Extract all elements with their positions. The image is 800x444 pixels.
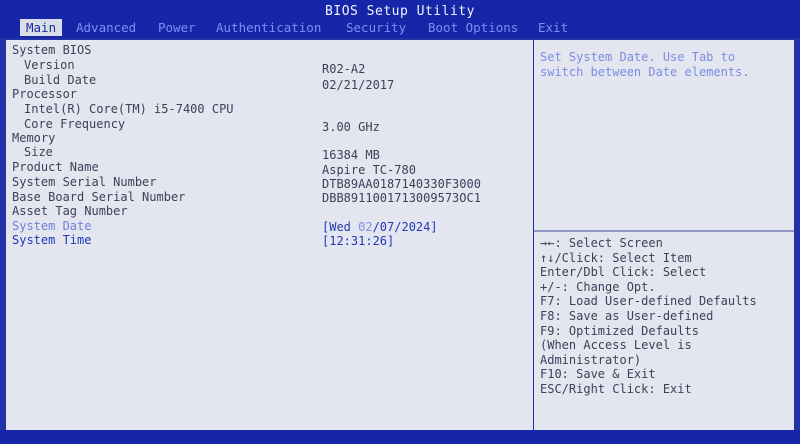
baseboard-serial-value: DBB8911001713009573OC1 <box>322 191 481 205</box>
system-serial-label: System Serial Number <box>12 175 157 189</box>
tab-advanced[interactable]: Advanced <box>70 19 142 36</box>
system-date-day: [Wed <box>322 220 359 234</box>
version-value: R02-A2 <box>322 62 366 76</box>
build-date-value: 02/21/2017 <box>322 78 395 92</box>
processor-heading: Processor <box>12 87 78 101</box>
key-hint: +/-: Change Opt. <box>540 279 656 294</box>
tab-main[interactable]: Main <box>20 19 63 36</box>
asset-tag-label: Asset Tag Number <box>12 204 128 218</box>
tab-authentication[interactable]: Authentication <box>210 19 327 36</box>
tab-power[interactable]: Power <box>152 19 202 36</box>
system-bios-heading: System BIOS <box>12 43 92 57</box>
system-date-month[interactable]: 02 <box>358 220 372 234</box>
key-hint: (When Access Level is <box>540 338 692 353</box>
key-hint: F7: Load User-defined Defaults <box>540 294 757 309</box>
key-hint: Administrator) <box>540 352 642 367</box>
top-bar: BIOS Setup Utility Main Advanced Power A… <box>0 0 800 38</box>
system-time-field[interactable]: [12:31:26] <box>322 234 394 249</box>
core-frequency-value: 3.00 GHz <box>322 120 380 134</box>
key-hint: ↑↓/Click: Select Item <box>540 250 692 265</box>
memory-heading: Memory <box>12 131 56 145</box>
key-hint: F8: Save as User-defined <box>540 308 714 323</box>
system-date-field[interactable]: [Wed 02/07/2024] <box>322 220 438 235</box>
baseboard-serial-label: Base Board Serial Number <box>12 190 186 204</box>
product-name-label: Product Name <box>12 160 99 174</box>
system-date-rest: /07/2024] <box>372 220 438 234</box>
help-divider <box>534 230 794 232</box>
key-hint: F10: Save & Exit <box>540 367 656 382</box>
system-date-label[interactable]: System Date <box>12 219 91 234</box>
key-hint: Enter/Dbl Click: Select <box>540 265 707 280</box>
bottom-bar <box>0 430 800 444</box>
build-date-label: Build Date <box>24 73 97 87</box>
tab-exit[interactable]: Exit <box>532 19 574 36</box>
core-frequency-label: Core Frequency <box>24 117 126 131</box>
help-text-line2: switch between Date elements. <box>540 65 750 79</box>
version-label: Version <box>24 58 75 72</box>
system-time-label[interactable]: System Time <box>12 233 91 248</box>
key-legend: →←: Select Screen ↑↓/Click: Select Item … <box>540 236 795 397</box>
help-text-line1: Set System Date. Use Tab to <box>540 50 736 64</box>
tab-security[interactable]: Security <box>340 19 412 36</box>
tab-boot-options[interactable]: Boot Options <box>422 19 524 36</box>
key-hint: ESC/Right Click: Exit <box>540 381 692 396</box>
system-serial-value: DTB89AA0187140330F3000 <box>322 177 481 191</box>
product-name-value: Aspire TC-780 <box>322 163 416 177</box>
key-hint: →←: Select Screen <box>540 236 663 250</box>
key-hint: F9: Optimized Defaults <box>540 323 699 338</box>
page-title: BIOS Setup Utility <box>325 4 475 19</box>
memory-size-label: Size <box>24 145 53 159</box>
memory-size-value: 16384 MB <box>322 148 380 162</box>
cpu-name: Intel(R) Core(TM) i5-7400 CPU <box>24 102 234 116</box>
